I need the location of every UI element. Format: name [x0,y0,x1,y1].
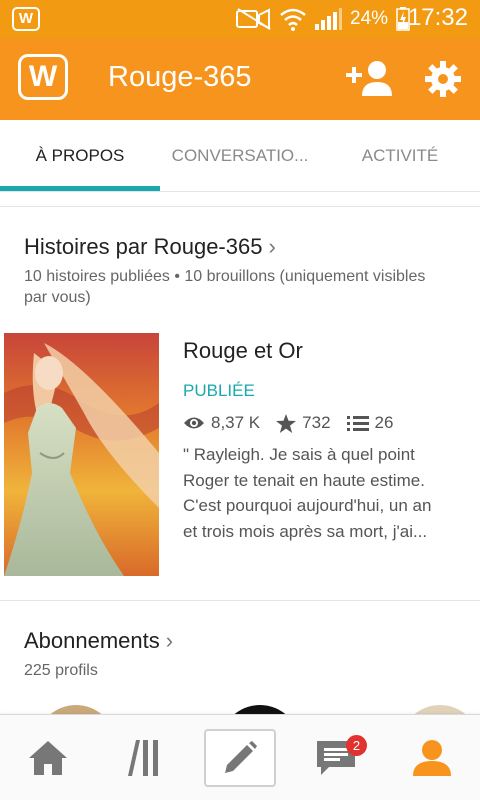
story-cover[interactable] [4,333,159,576]
status-icons: 24% [236,6,410,32]
wattpad-notification-icon: W [12,7,40,31]
bottom-nav: 2 [0,714,480,800]
avatar[interactable] [36,705,116,714]
divider [0,600,480,601]
stories-summary-line: par vous) [24,289,91,306]
cover-illustration [4,333,159,576]
nav-profile[interactable] [402,729,462,787]
story-votes: 732 [302,413,331,432]
list-icon [346,416,369,431]
app-bar: W Rouge-365 [0,38,480,120]
excerpt-line: " Rayleigh. Je sais à quel point [183,445,415,464]
clock: 17:32 [407,4,468,31]
nav-home[interactable] [18,729,78,787]
follows-count: 225 profils [24,662,98,679]
settings-gear-icon[interactable] [424,60,462,98]
profile-content: Histoires par Rouge-365 › 10 histoires pu… [0,192,480,714]
story-stats: 8,37 K 732 26 [183,410,409,436]
wifi-icon [280,8,306,31]
story-status: PUBLIÉE [183,381,255,400]
messages-badge: 2 [346,735,367,756]
add-user-icon[interactable] [346,60,392,96]
stories-summary-line: 10 histoires publiées • 10 brouillons (u… [24,268,426,285]
story-title[interactable]: Rouge et Or [183,338,303,364]
divider [0,206,480,207]
wattpad-logo-icon[interactable]: W [18,54,68,100]
tab-bar: À PROPOS CONVERSATIO... ACTIVITÉ [0,120,480,192]
follows-section-header[interactable]: Abonnements › [24,628,173,654]
mute-icon [236,8,271,30]
battery-percent: 24% [350,8,389,29]
stories-summary: 10 histoires publiées • 10 brouillons (u… [24,266,425,308]
active-tab-indicator [0,186,160,191]
stories-section-title: Histoires par Rouge-365 [24,234,263,259]
nav-write[interactable] [204,729,276,787]
story-reads: 8,37 K [211,413,261,432]
follows-section-title: Abonnements [24,628,160,653]
pencil-icon [225,741,257,773]
tab-conversations[interactable]: CONVERSATIO... [160,120,320,192]
page-title: Rouge-365 [108,61,252,93]
star-icon [276,413,297,433]
excerpt-line: Roger te tenait en haute estime. [183,470,425,490]
home-icon [29,741,67,775]
tab-activity[interactable]: ACTIVITÉ [320,120,480,192]
chevron-right-icon: › [165,628,174,653]
avatar[interactable] [400,705,480,714]
story-excerpt: " Rayleigh. Je sais à quel point Roger t… [183,442,463,544]
signal-icon [315,8,342,30]
library-icon [128,740,158,776]
chevron-right-icon: › [268,234,276,259]
nav-library[interactable] [114,729,174,787]
status-bar: W 24% 17:32 [0,0,480,38]
excerpt-line: et trois mois après sa mort, j'ai... [183,521,428,541]
profile-icon [413,740,451,776]
stories-section-header[interactable]: Histoires par Rouge-365 › [24,234,276,260]
tab-about[interactable]: À PROPOS [0,120,160,192]
story-parts: 26 [374,413,394,432]
eye-icon [184,417,204,429]
excerpt-line: C'est pourquoi aujourd'hui, un an [183,496,432,515]
avatar[interactable] [220,705,300,714]
